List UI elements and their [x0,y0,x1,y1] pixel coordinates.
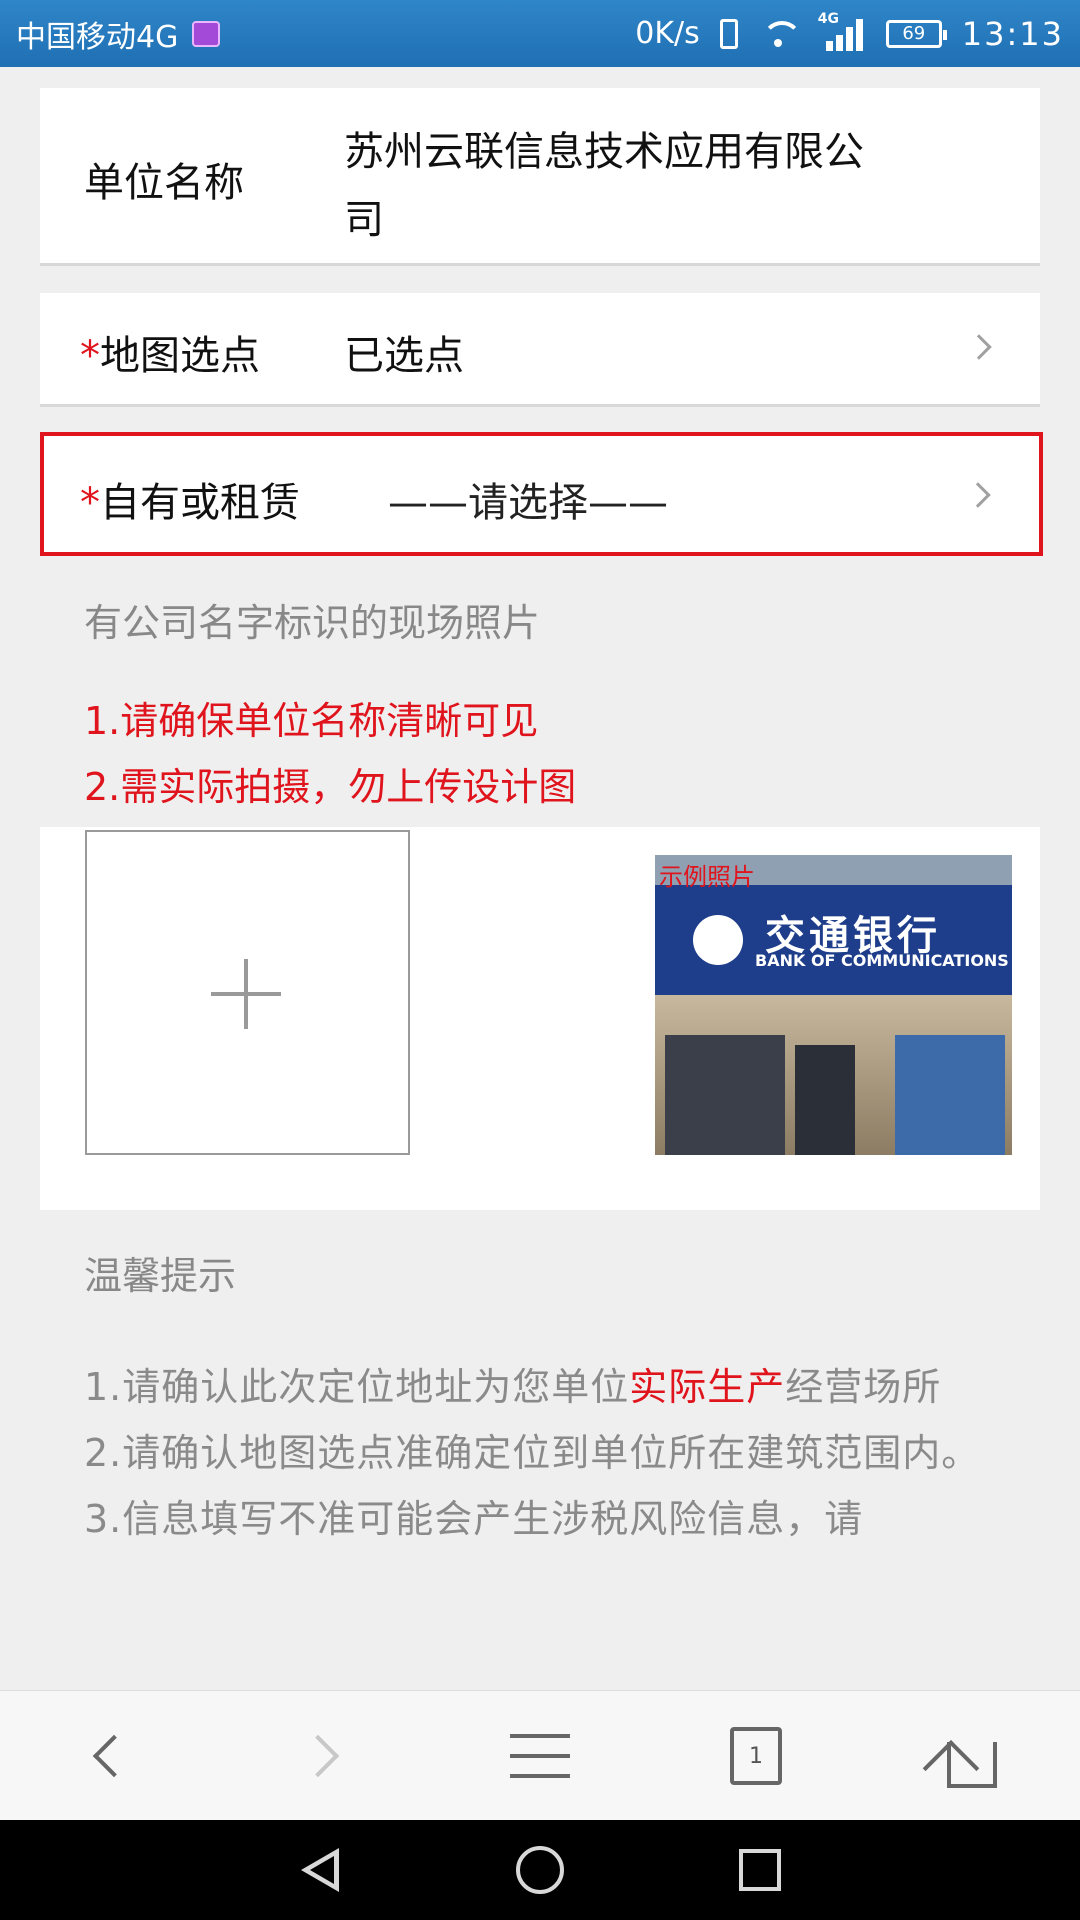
example-photo: 示例照片 交通银行 BANK OF COMMUNICATIONS [655,855,1012,1155]
bank-logo-icon [693,915,743,965]
upload-photo-button[interactable] [85,830,410,1155]
browser-toolbar: 1 [0,1690,1080,1820]
back-button[interactable] [0,1691,216,1821]
ownership-select-row[interactable]: *自有或租赁 ——请选择—— [40,432,1043,556]
chevron-left-icon [92,1734,136,1778]
home-button[interactable] [864,1691,1080,1821]
photo-requirement-1: 1.请确保单位名称清晰可见 [84,699,539,743]
system-recents-button[interactable] [670,1820,850,1920]
tip-2: 2.请确认地图选点准确定位到单位所在建筑范围内。 [84,1431,981,1475]
required-marker: * [80,480,100,526]
hamburger-icon [510,1734,570,1778]
menu-button[interactable] [432,1691,648,1821]
tabs-button[interactable]: 1 [648,1691,864,1821]
ownership-placeholder: ——请选择—— [388,480,668,526]
system-nav-bar [0,1820,1080,1920]
network-speed: 0K/s [635,16,700,51]
tips-list: 1.请确认此次定位地址为您单位实际生产经营场所 2.请确认地图选点准确定位到单位… [84,1354,984,1552]
chevron-right-icon [296,1734,340,1778]
recents-square-icon [739,1849,781,1891]
map-select-value: 已选点 [344,333,464,379]
home-circle-icon [516,1846,564,1894]
system-home-button[interactable] [450,1820,630,1920]
photo-section-title: 有公司名字标识的现场照片 [84,601,541,645]
chevron-right-icon [965,482,991,508]
chevron-right-icon [966,334,992,360]
company-name-label: 单位名称 [84,160,244,206]
map-select-label: *地图选点 [80,333,260,379]
example-photo-label: 示例照片 [659,863,755,891]
carrier-label: 中国移动4G [16,19,179,55]
required-marker: * [80,333,100,379]
example-sign-english: BANK OF COMMUNICATIONS [755,951,1009,970]
battery-icon: 69 [885,19,947,48]
map-select-row[interactable]: *地图选点 已选点 [40,293,1040,407]
company-name-value: 苏州云联信息技术应用有限公 司 [344,129,864,243]
tip-1: 1.请确认此次定位地址为您单位实际生产经营场所 [84,1365,942,1409]
photo-panel: 示例照片 交通银行 BANK OF COMMUNICATIONS [40,827,1040,1210]
tabs-count: 1 [749,1743,763,1769]
tip-3: 3.信息填写不准可能会产生涉税风险信息，请 [84,1497,864,1541]
status-bar: 中国移动4G 0K/s 4G 69 13:13 [0,0,1080,67]
system-back-button[interactable] [230,1820,410,1920]
signal-icon: 4G [818,11,866,51]
ownership-label: *自有或租赁 [80,480,300,526]
home-icon [947,1742,997,1788]
tips-title: 温馨提示 [84,1254,237,1298]
vibrate-icon [719,18,738,49]
network-type: 4G [817,10,840,27]
clock: 13:13 [961,14,1064,53]
gallery-icon [192,20,221,47]
company-name-row: 单位名称 苏州云联信息技术应用有限公 司 [40,88,1040,266]
back-triangle-icon [301,1848,339,1892]
tip-1-highlight: 实际生产 [629,1365,786,1409]
wifi-icon [758,19,802,49]
battery-level: 69 [902,23,926,44]
tabs-icon: 1 [730,1727,782,1785]
photo-requirement-2: 2.需实际拍摄，勿上传设计图 [84,765,577,809]
forward-button[interactable] [216,1691,432,1821]
